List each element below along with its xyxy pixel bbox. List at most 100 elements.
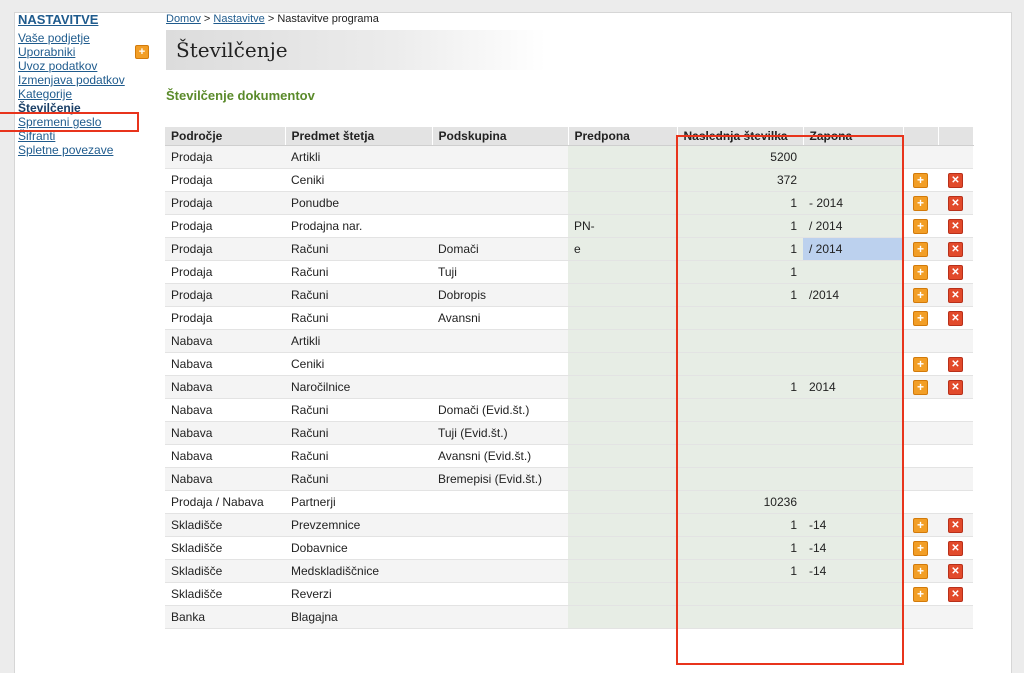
cell-next-number[interactable]: 1 xyxy=(677,283,803,307)
table-row[interactable]: Prodaja Računi Domači e 1/ 2014 + ✕ xyxy=(165,237,973,261)
cell-next-number[interactable]: 1 xyxy=(677,237,803,261)
sidebar-title[interactable]: NASTAVITVE xyxy=(18,12,158,27)
cell-next-number[interactable]: 5200 xyxy=(677,145,803,169)
sidebar-item[interactable]: Izmenjava podatkov xyxy=(18,73,158,87)
plus-icon[interactable]: + xyxy=(913,172,928,188)
cell-prefix[interactable] xyxy=(568,490,677,514)
cell-prefix[interactable] xyxy=(568,191,677,215)
cell-next-number[interactable]: 1 xyxy=(677,513,803,537)
cell-next-number[interactable] xyxy=(677,582,803,606)
cell-prefix[interactable] xyxy=(568,260,677,284)
cell-next-number[interactable] xyxy=(677,306,803,330)
cell-prefix[interactable] xyxy=(568,605,677,629)
cell-next-number[interactable] xyxy=(677,467,803,491)
cell-prefix[interactable]: PN- xyxy=(568,214,677,238)
cell-suffix[interactable]: 2014 xyxy=(803,375,903,399)
table-row[interactable]: Skladišče Reverzi + ✕ xyxy=(165,582,973,606)
cell-next-number[interactable] xyxy=(677,398,803,422)
plus-icon[interactable]: + xyxy=(913,517,928,533)
close-icon[interactable]: ✕ xyxy=(948,287,963,303)
table-row[interactable]: Nabava Artikli xyxy=(165,329,973,353)
plus-icon[interactable]: + xyxy=(913,310,928,326)
cell-suffix[interactable]: / 2014 xyxy=(803,214,903,238)
cell-next-number[interactable]: 1 xyxy=(677,536,803,560)
plus-icon[interactable]: + xyxy=(913,218,928,234)
table-row[interactable]: Prodaja Računi Dobropis 1/2014 + ✕ xyxy=(165,283,973,307)
cell-next-number[interactable]: 1 xyxy=(677,191,803,215)
cell-suffix[interactable] xyxy=(803,398,903,422)
cell-prefix[interactable] xyxy=(568,398,677,422)
cell-prefix[interactable] xyxy=(568,559,677,583)
table-row[interactable]: Nabava Ceniki + ✕ xyxy=(165,352,973,376)
header-prefix[interactable]: Predpona xyxy=(568,127,678,146)
sidebar-item[interactable]: Vaše podjetje xyxy=(18,31,158,45)
table-row[interactable]: Skladišče Medskladiščnice 1 -14 + ✕ xyxy=(165,559,973,583)
cell-next-number[interactable]: 1 xyxy=(677,214,803,238)
cell-suffix[interactable] xyxy=(803,145,903,169)
cell-next-number[interactable] xyxy=(677,329,803,353)
close-icon[interactable]: ✕ xyxy=(948,563,963,579)
table-row[interactable]: Banka Blagajna xyxy=(165,605,973,629)
sidebar-item[interactable]: Spremeni geslo xyxy=(18,115,158,129)
cell-prefix[interactable] xyxy=(568,329,677,353)
table-row[interactable]: Nabava Računi Bremepisi (Evid.št.) xyxy=(165,467,973,491)
close-icon[interactable]: ✕ xyxy=(948,356,963,372)
cell-suffix[interactable] xyxy=(803,352,903,376)
table-row[interactable]: Nabava Računi Tuji (Evid.št.) xyxy=(165,421,973,445)
close-icon[interactable]: ✕ xyxy=(948,241,963,257)
sidebar-item[interactable]: Spletne povezave xyxy=(18,143,158,157)
cell-suffix[interactable]: /2014 xyxy=(803,283,903,307)
cell-suffix[interactable] xyxy=(803,490,903,514)
cell-suffix[interactable]: -14 xyxy=(803,559,903,583)
header-next-number[interactable]: Naslednja številka xyxy=(677,127,804,146)
cell-next-number[interactable] xyxy=(677,444,803,468)
cell-next-number[interactable] xyxy=(677,605,803,629)
close-icon[interactable]: ✕ xyxy=(948,586,963,602)
cell-suffix[interactable] xyxy=(803,306,903,330)
cell-prefix[interactable] xyxy=(568,145,677,169)
table-row[interactable]: Prodaja Računi Tuji 1 + ✕ xyxy=(165,260,973,284)
table-row[interactable]: Skladišče Prevzemnice 1 -14 + ✕ xyxy=(165,513,973,537)
sidebar-item[interactable]: Uporabniki + xyxy=(18,45,158,59)
plus-icon[interactable]: + xyxy=(913,356,928,372)
plus-icon[interactable]: + xyxy=(913,586,928,602)
plus-icon[interactable]: + xyxy=(913,379,928,395)
header-subject[interactable]: Predmet štetja xyxy=(285,127,433,146)
cell-next-number[interactable]: 1 xyxy=(677,375,803,399)
table-row[interactable]: Prodaja Artikli 5200 xyxy=(165,145,973,169)
header-area[interactable]: Področje xyxy=(165,127,286,146)
cell-next-number[interactable]: 10236 xyxy=(677,490,803,514)
cell-suffix[interactable]: / 2014 xyxy=(803,237,903,261)
plus-icon[interactable]: + xyxy=(135,45,149,59)
plus-icon[interactable]: + xyxy=(913,195,928,211)
breadcrumb-home[interactable]: Domov xyxy=(166,13,201,25)
cell-suffix[interactable] xyxy=(803,467,903,491)
cell-suffix[interactable] xyxy=(803,582,903,606)
cell-prefix[interactable] xyxy=(568,352,677,376)
table-row[interactable]: Nabava Računi Avansni (Evid.št.) xyxy=(165,444,973,468)
close-icon[interactable]: ✕ xyxy=(948,264,963,280)
header-suffix[interactable]: Zapona xyxy=(803,127,904,146)
cell-prefix[interactable]: e xyxy=(568,237,677,261)
cell-prefix[interactable] xyxy=(568,467,677,491)
header-subgroup[interactable]: Podskupina xyxy=(432,127,569,146)
cell-suffix[interactable]: - 2014 xyxy=(803,191,903,215)
cell-next-number[interactable] xyxy=(677,352,803,376)
close-icon[interactable]: ✕ xyxy=(948,310,963,326)
cell-next-number[interactable]: 1 xyxy=(677,559,803,583)
sidebar-item[interactable]: Uvoz podatkov xyxy=(18,59,158,73)
plus-icon[interactable]: + xyxy=(913,264,928,280)
plus-icon[interactable]: + xyxy=(913,241,928,257)
cell-suffix[interactable] xyxy=(803,444,903,468)
cell-next-number[interactable] xyxy=(677,421,803,445)
plus-icon[interactable]: + xyxy=(913,287,928,303)
cell-suffix[interactable] xyxy=(803,260,903,284)
table-row[interactable]: Prodaja / Nabava Partnerji 10236 xyxy=(165,490,973,514)
cell-prefix[interactable] xyxy=(568,283,677,307)
table-row[interactable]: Prodaja Prodajna nar. PN- 1/ 2014 + ✕ xyxy=(165,214,973,238)
close-icon[interactable]: ✕ xyxy=(948,172,963,188)
cell-prefix[interactable] xyxy=(568,306,677,330)
close-icon[interactable]: ✕ xyxy=(948,517,963,533)
cell-prefix[interactable] xyxy=(568,513,677,537)
cell-suffix[interactable] xyxy=(803,421,903,445)
